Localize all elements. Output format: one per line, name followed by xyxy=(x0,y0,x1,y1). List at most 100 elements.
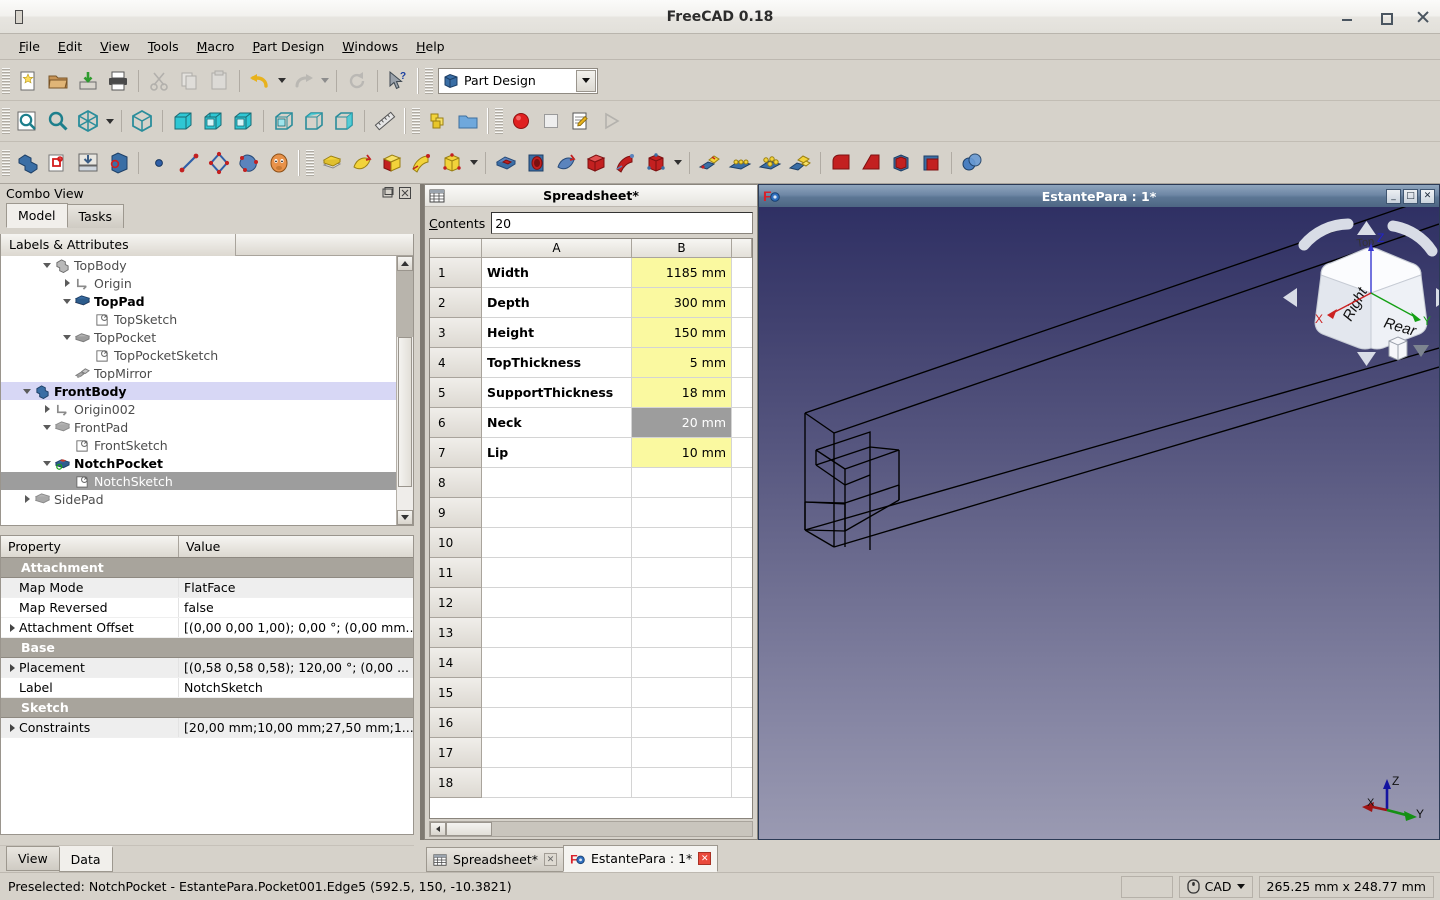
close-icon[interactable] xyxy=(399,187,411,199)
additive-pipe-icon[interactable] xyxy=(407,148,437,178)
float-icon[interactable] xyxy=(382,187,394,199)
row-header[interactable]: 13 xyxy=(430,618,482,648)
mdi-tab-close-button[interactable]: ✕ xyxy=(544,853,557,866)
tree-item-frontsketch[interactable]: FrontSketch xyxy=(1,436,396,454)
window-minimize-button[interactable] xyxy=(1340,10,1354,24)
property-value-cell[interactable]: [20,00 mm;10,00 mm;27,50 mm;1... xyxy=(179,718,413,737)
property-expand-right-icon[interactable] xyxy=(5,658,19,678)
new-document-icon[interactable] xyxy=(13,66,43,96)
view3d-restore-button[interactable]: □ xyxy=(1403,188,1418,204)
cell-b10[interactable] xyxy=(632,528,732,558)
whats-this-icon[interactable]: ? xyxy=(383,66,413,96)
create-body-icon[interactable] xyxy=(43,148,73,178)
undo-dropdown-caret[interactable] xyxy=(275,66,288,96)
tree-item-frontpad[interactable]: FrontPad xyxy=(1,418,396,436)
property-row[interactable]: Placement [(0,58 0,58 0,58); 120,00 °; (0… xyxy=(1,658,413,678)
menu-help[interactable]: Help xyxy=(407,36,454,57)
cell-b9[interactable] xyxy=(632,498,732,528)
window-maximize-button[interactable] xyxy=(1378,10,1393,25)
cell-c5[interactable] xyxy=(732,378,752,408)
cell-c18[interactable] xyxy=(732,768,752,798)
cell-c3[interactable] xyxy=(732,318,752,348)
macro-record-icon[interactable] xyxy=(506,106,536,136)
sketcher-icon[interactable] xyxy=(264,148,294,178)
rear-view-icon[interactable] xyxy=(269,106,299,136)
undo-icon[interactable] xyxy=(245,66,275,96)
menu-part-design[interactable]: Part Design xyxy=(243,36,333,57)
tree-item-topbody[interactable]: TopBody xyxy=(1,256,396,274)
cell-a18[interactable] xyxy=(482,768,632,798)
tab-tasks[interactable]: Tasks xyxy=(66,204,125,228)
tree-expand-down-icon[interactable] xyxy=(21,382,33,400)
property-row[interactable]: Constraints [20,00 mm;10,00 mm;27,50 mm;1… xyxy=(1,718,413,738)
redo-dropdown-caret[interactable] xyxy=(318,66,331,96)
toolbar-grip[interactable] xyxy=(2,108,10,134)
cell-c13[interactable] xyxy=(732,618,752,648)
cell-c14[interactable] xyxy=(732,648,752,678)
toolbar-grip[interactable] xyxy=(425,67,433,94)
contents-input[interactable]: 20 xyxy=(491,212,753,234)
cell-a12[interactable] xyxy=(482,588,632,618)
subtractive-dropdown-caret[interactable] xyxy=(671,148,684,178)
cell-b5[interactable]: 18 mm xyxy=(632,378,732,408)
row-header[interactable]: 6 xyxy=(430,408,482,438)
additive-box-icon[interactable] xyxy=(437,148,467,178)
cell-b13[interactable] xyxy=(632,618,732,648)
hscroll-thumb[interactable] xyxy=(446,822,492,836)
toolbar-grip[interactable] xyxy=(412,108,420,134)
macros-icon[interactable] xyxy=(423,106,453,136)
scroll-up-button[interactable] xyxy=(397,256,413,271)
fillet-icon[interactable] xyxy=(826,148,856,178)
tree-item-origin[interactable]: Origin xyxy=(1,274,396,292)
linear-pattern-icon[interactable] xyxy=(725,148,755,178)
tree-item-toppad[interactable]: TopPad xyxy=(1,292,396,310)
cell-b7[interactable]: 10 mm xyxy=(632,438,732,468)
row-header[interactable]: 11 xyxy=(430,558,482,588)
cell-a6[interactable]: Neck xyxy=(482,408,632,438)
cell-c10[interactable] xyxy=(732,528,752,558)
cell-b14[interactable] xyxy=(632,648,732,678)
navigation-style-selector[interactable]: CAD xyxy=(1178,875,1253,898)
cell-b2[interactable]: 300 mm xyxy=(632,288,732,318)
thickness-icon[interactable] xyxy=(916,148,946,178)
create-polyline-icon[interactable] xyxy=(204,148,234,178)
property-expand-right-icon[interactable] xyxy=(5,618,19,638)
tree-item-notchsketch[interactable]: NotchSketch xyxy=(1,472,396,490)
cell-b17[interactable] xyxy=(632,738,732,768)
cell-a14[interactable] xyxy=(482,648,632,678)
subtractive-box-icon[interactable] xyxy=(641,148,671,178)
polar-pattern-icon[interactable] xyxy=(755,148,785,178)
column-header-a[interactable]: A xyxy=(482,239,632,258)
measure-icon[interactable] xyxy=(370,106,400,136)
additive-loft-icon[interactable] xyxy=(377,148,407,178)
tab-view[interactable]: View xyxy=(6,846,60,871)
cell-b4[interactable]: 5 mm xyxy=(632,348,732,378)
fit-all-icon[interactable] xyxy=(13,106,43,136)
toolbar-grip[interactable] xyxy=(495,108,503,134)
pocket-icon[interactable] xyxy=(491,148,521,178)
cell-c8[interactable] xyxy=(732,468,752,498)
property-row[interactable]: Attachment Offset [(0,00 0,00 1,00); 0,00… xyxy=(1,618,413,638)
front-view-icon[interactable] xyxy=(168,106,198,136)
open-document-icon[interactable] xyxy=(43,66,73,96)
multi-transform-icon[interactable] xyxy=(785,148,815,178)
chamfer-icon[interactable] xyxy=(856,148,886,178)
tree-item-sidepad[interactable]: SidePad xyxy=(1,490,396,508)
cell-b18[interactable] xyxy=(632,768,732,798)
subtractive-loft-icon[interactable] xyxy=(581,148,611,178)
draft-icon[interactable] xyxy=(886,148,916,178)
cell-c4[interactable] xyxy=(732,348,752,378)
cell-c15[interactable] xyxy=(732,678,752,708)
scroll-left-button[interactable] xyxy=(430,822,446,836)
pad-icon[interactable] xyxy=(317,148,347,178)
menu-macro[interactable]: Macro xyxy=(188,36,244,57)
create-group-icon[interactable] xyxy=(73,148,103,178)
scroll-down-button[interactable] xyxy=(397,510,413,525)
menu-file[interactable]: File xyxy=(10,36,49,57)
bottom-view-icon[interactable] xyxy=(299,106,329,136)
cell-a9[interactable] xyxy=(482,498,632,528)
menu-view[interactable]: View xyxy=(91,36,139,57)
save-document-icon[interactable] xyxy=(73,66,103,96)
view3d-close-button[interactable]: ✕ xyxy=(1420,188,1435,204)
tree-vertical-scrollbar[interactable] xyxy=(396,256,413,525)
